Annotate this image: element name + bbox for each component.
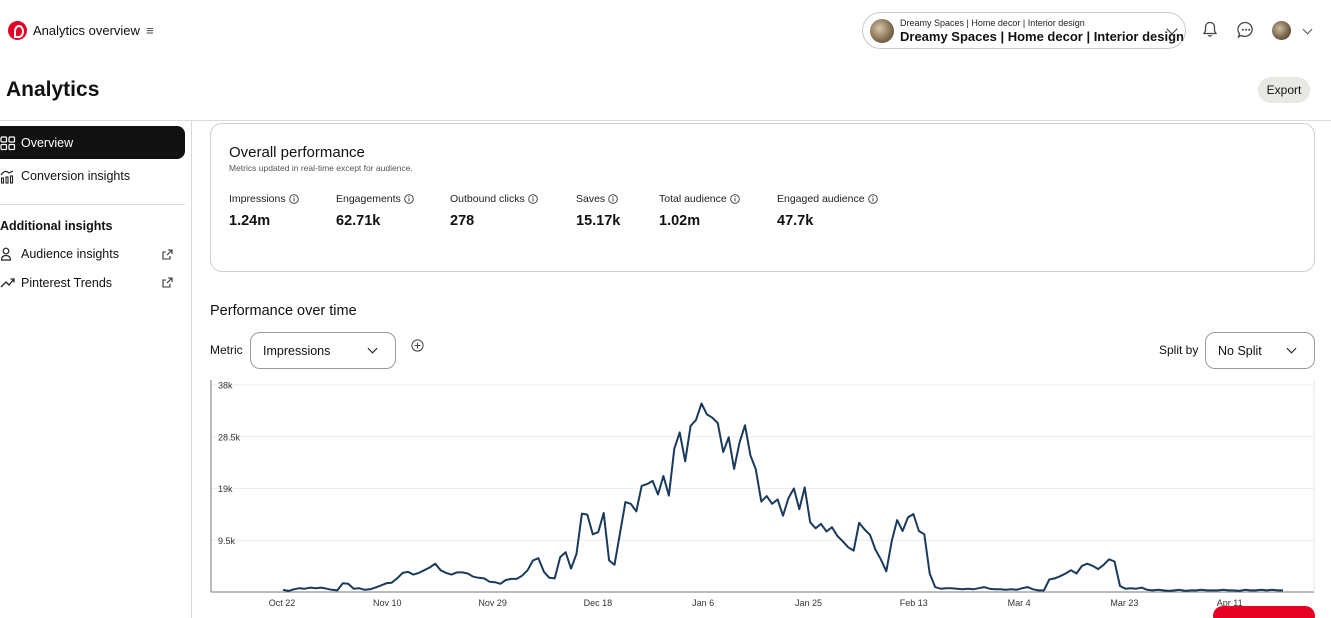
trend-up-icon bbox=[0, 277, 15, 287]
x-tick-label: Mar 4 bbox=[1008, 598, 1031, 608]
sidebar-divider bbox=[0, 204, 185, 205]
x-tick-label: Jan 6 bbox=[692, 598, 714, 608]
info-icon[interactable] bbox=[867, 194, 878, 204]
metric-label: Outbound clicks bbox=[450, 193, 525, 205]
metric-label: Saves bbox=[576, 193, 606, 205]
metric-label: Engaged audience bbox=[777, 193, 865, 205]
metric-impressions: Impressions 1.24m bbox=[229, 193, 299, 229]
info-icon[interactable] bbox=[404, 194, 414, 204]
account-text: Dreamy Spaces | Home decor | Interior de… bbox=[900, 17, 1184, 45]
account-menu-chevron-icon[interactable] bbox=[1302, 24, 1313, 35]
card-title: Overall performance bbox=[229, 144, 365, 161]
account-name: Dreamy Spaces | Home decor | Interior de… bbox=[900, 28, 1184, 44]
metric-engaged-audience: Engaged audience 47.7k bbox=[777, 193, 878, 229]
sidebar: Overview Conversion insights Additional … bbox=[0, 121, 192, 618]
metric-label: Impressions bbox=[229, 193, 286, 205]
metric-select[interactable]: Impressions bbox=[250, 332, 396, 369]
brand: Analytics overview ≡ bbox=[8, 21, 154, 40]
metric-select-value: Impressions bbox=[263, 343, 331, 358]
split-by-select[interactable]: No Split bbox=[1205, 332, 1315, 369]
chevron-down-icon bbox=[1286, 343, 1297, 354]
account-switcher[interactable]: Dreamy Spaces | Home decor | Interior de… bbox=[862, 12, 1186, 49]
sidebar-item-overview[interactable]: Overview bbox=[0, 126, 185, 159]
chevron-down-icon bbox=[367, 343, 378, 354]
metric-engagements: Engagements 62.71k bbox=[336, 193, 414, 229]
x-tick-label: Feb 13 bbox=[900, 598, 928, 608]
messages-icon[interactable] bbox=[1237, 21, 1255, 39]
x-tick-label: Oct 22 bbox=[269, 598, 296, 608]
metric-value: 1.24m bbox=[229, 213, 271, 229]
y-tick-label: 9.5k bbox=[218, 536, 236, 546]
metric-value: 62.71k bbox=[336, 213, 381, 229]
user-avatar[interactable] bbox=[1272, 21, 1291, 40]
metric-label: Total audience bbox=[659, 193, 727, 205]
split-by-label: Split by bbox=[1159, 343, 1199, 357]
split-by-value: No Split bbox=[1218, 343, 1262, 358]
metric-value: 15.17k bbox=[576, 213, 621, 229]
top-header: Analytics overview ≡ Dreamy Spaces | Hom… bbox=[0, 0, 1331, 62]
hamburger-menu-icon[interactable]: ≡ bbox=[146, 23, 154, 38]
metric-value: 47.7k bbox=[777, 213, 814, 229]
metric-select-label: Metric bbox=[210, 343, 243, 357]
add-metric-icon[interactable] bbox=[411, 339, 424, 352]
sidebar-item-label: Conversion insights bbox=[21, 168, 131, 183]
chart-axes bbox=[210, 380, 1315, 593]
grid-icon bbox=[0, 135, 16, 150]
performance-over-time-title: Performance over time bbox=[210, 303, 357, 319]
x-tick-label: Nov 10 bbox=[373, 598, 402, 608]
export-button[interactable]: Export bbox=[1258, 77, 1310, 103]
metric-saves: Saves 15.17k bbox=[576, 193, 620, 229]
x-tick-label: Mar 23 bbox=[1110, 598, 1138, 608]
x-tick-label: Jan 25 bbox=[795, 598, 822, 608]
overall-performance-card: Overall performance Metrics updated in r… bbox=[210, 123, 1315, 272]
pinterest-logo-icon[interactable] bbox=[8, 21, 27, 40]
metric-label: Engagements bbox=[336, 193, 401, 205]
y-tick-label: 19k bbox=[218, 484, 233, 494]
account-avatar bbox=[870, 18, 894, 43]
x-tick-label: Nov 29 bbox=[478, 598, 507, 608]
header-divider bbox=[0, 120, 1331, 121]
chart-grid bbox=[211, 384, 1314, 541]
metric-outbound-clicks: Outbound clicks 278 bbox=[450, 193, 538, 229]
account-small-label: Dreamy Spaces | Home decor | Interior de… bbox=[900, 17, 1085, 28]
sidebar-section-heading: Additional insights bbox=[0, 219, 113, 233]
impressions-line-chart: 38k 28.5k 19k 9.5k Oct 22 Nov 10 Nov 29 Dec 18 J… bbox=[210, 380, 1315, 609]
notifications-bell-icon[interactable] bbox=[1202, 21, 1218, 38]
sidebar-item-label: Audience insights bbox=[21, 246, 119, 261]
y-tick-label: 38k bbox=[218, 381, 233, 391]
y-tick-label: 28.5k bbox=[218, 432, 241, 442]
external-link-icon[interactable] bbox=[162, 249, 173, 260]
info-icon[interactable] bbox=[288, 194, 299, 204]
info-icon[interactable] bbox=[729, 194, 740, 204]
sidebar-item-label: Pinterest Trends bbox=[21, 275, 113, 290]
person-icon bbox=[0, 247, 12, 261]
metric-total-audience: Total audience 1.02m bbox=[659, 193, 740, 229]
metric-value: 1.02m bbox=[659, 213, 701, 229]
metric-value: 278 bbox=[450, 213, 475, 229]
chart-tick-labels: 38k 28.5k 19k 9.5k Oct 22 Nov 10 Nov 29 Dec 18 J… bbox=[218, 381, 1243, 609]
external-link-icon[interactable] bbox=[162, 277, 173, 288]
conversion-chart-icon bbox=[0, 169, 14, 184]
info-icon[interactable] bbox=[527, 194, 538, 204]
series-line bbox=[282, 402, 1283, 592]
floating-action-button[interactable] bbox=[1213, 606, 1315, 618]
page-title: Analytics bbox=[6, 78, 100, 101]
sidebar-item-pinterest-trends[interactable]: Pinterest Trends bbox=[0, 266, 112, 299]
x-tick-label: Dec 18 bbox=[584, 598, 613, 608]
card-subtitle: Metrics updated in real-time except for … bbox=[229, 163, 413, 173]
sidebar-item-label: Overview bbox=[21, 135, 74, 150]
info-icon[interactable] bbox=[608, 194, 618, 204]
sidebar-item-conversion-insights[interactable]: Conversion insights bbox=[0, 159, 130, 192]
app-title[interactable]: Analytics overview bbox=[33, 23, 140, 38]
